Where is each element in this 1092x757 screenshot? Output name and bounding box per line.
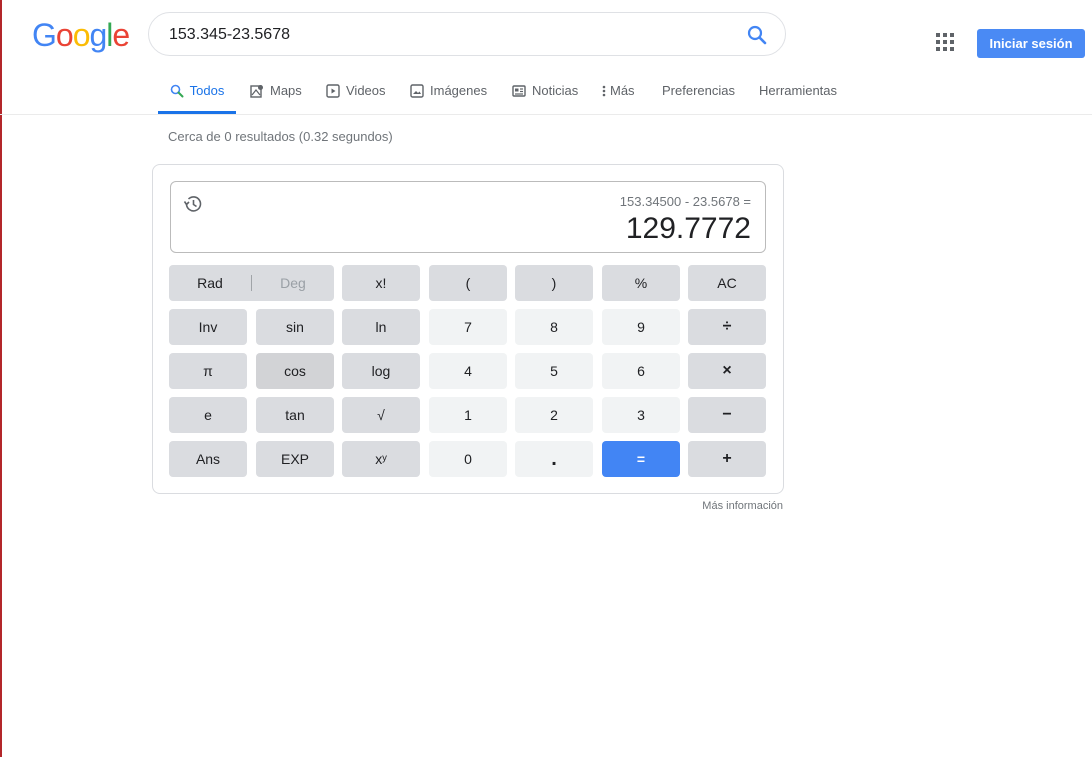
key-decimal[interactable]: . — [515, 441, 593, 477]
key-close-paren[interactable]: ) — [515, 265, 593, 301]
tab-todos[interactable]: Todos — [158, 76, 236, 114]
search-icon[interactable] — [745, 23, 769, 47]
key-open-paren[interactable]: ( — [429, 265, 507, 301]
key-6[interactable]: 6 — [602, 353, 680, 389]
more-vert-icon — [602, 85, 606, 97]
key-1[interactable]: 1 — [429, 397, 507, 433]
tab-imagenes[interactable]: Imágenes — [410, 76, 487, 114]
key-log[interactable]: log — [342, 353, 420, 389]
tab-maps[interactable]: Maps — [250, 76, 302, 114]
logo-letter: g — [89, 17, 107, 53]
tab-herramientas[interactable]: Herramientas — [759, 76, 837, 114]
tab-label: Maps — [270, 83, 302, 98]
key-pi[interactable]: π — [169, 353, 247, 389]
key-subtract[interactable]: − — [688, 397, 766, 433]
key-2[interactable]: 2 — [515, 397, 593, 433]
key-inv[interactable]: Inv — [169, 309, 247, 345]
key-multiply[interactable]: × — [688, 353, 766, 389]
key-power[interactable]: xʸ — [342, 441, 420, 477]
key-percent[interactable]: % — [602, 265, 680, 301]
key-0[interactable]: 0 — [429, 441, 507, 477]
tab-label: Preferencias — [662, 83, 735, 98]
search-box — [148, 12, 786, 56]
more-info-link[interactable]: Más información — [702, 500, 783, 512]
key-ans[interactable]: Ans — [169, 441, 247, 477]
search-icon — [170, 84, 184, 98]
key-9[interactable]: 9 — [602, 309, 680, 345]
key-8[interactable]: 8 — [515, 309, 593, 345]
key-equals[interactable]: = — [602, 441, 680, 477]
calculator-result: 129.7772 — [625, 212, 751, 245]
tab-label: Noticias — [532, 83, 579, 98]
history-icon[interactable] — [181, 192, 205, 216]
key-7[interactable]: 7 — [429, 309, 507, 345]
tabs-divider — [0, 114, 1092, 115]
tab-videos[interactable]: Videos — [326, 76, 386, 114]
key-all-clear[interactable]: AC — [688, 265, 766, 301]
deg-button[interactable]: Deg — [252, 265, 334, 301]
image-icon — [410, 84, 424, 98]
tab-label: Imágenes — [430, 83, 488, 98]
logo-letter: e — [112, 17, 130, 53]
search-input[interactable] — [169, 24, 729, 46]
tab-label: Más — [610, 83, 635, 98]
logo-letter: o — [72, 17, 91, 53]
key-cos[interactable]: cos — [256, 353, 334, 389]
key-tan[interactable]: tan — [256, 397, 334, 433]
key-ln[interactable]: ln — [342, 309, 420, 345]
angle-mode-toggle: Rad Deg — [169, 265, 334, 301]
tab-label: Videos — [346, 83, 386, 98]
map-icon — [250, 85, 263, 98]
key-4[interactable]: 4 — [429, 353, 507, 389]
calculator-expression: 153.34500 - 23.5678 = — [619, 194, 751, 209]
apps-grid-icon[interactable] — [936, 33, 956, 53]
key-sqrt[interactable]: √ — [342, 397, 420, 433]
result-stats: Cerca de 0 resultados (0.32 segundos) — [168, 129, 393, 144]
key-3[interactable]: 3 — [602, 397, 680, 433]
key-add[interactable]: + — [688, 441, 766, 477]
sign-in-button[interactable]: Iniciar sesión — [977, 29, 1085, 58]
key-5[interactable]: 5 — [515, 353, 593, 389]
calculator-display: 153.34500 - 23.5678 = 129.7772 — [170, 181, 766, 253]
tab-preferencias[interactable]: Preferencias — [662, 76, 735, 114]
google-logo[interactable]: Google — [32, 16, 130, 54]
tab-label: Herramientas — [759, 83, 838, 98]
rad-button[interactable]: Rad — [169, 265, 251, 301]
key-exp[interactable]: EXP — [256, 441, 334, 477]
key-divide[interactable]: ÷ — [688, 309, 766, 345]
tab-mas[interactable]: Más — [602, 76, 635, 114]
tab-label: Todos — [189, 83, 225, 98]
logo-letter: G — [32, 17, 57, 53]
play-icon — [326, 84, 340, 98]
tab-noticias[interactable]: Noticias — [512, 76, 578, 114]
logo-letter: o — [55, 17, 74, 53]
key-sin[interactable]: sin — [256, 309, 334, 345]
news-icon — [512, 85, 526, 97]
key-factorial[interactable]: x! — [342, 265, 420, 301]
key-e[interactable]: e — [169, 397, 247, 433]
